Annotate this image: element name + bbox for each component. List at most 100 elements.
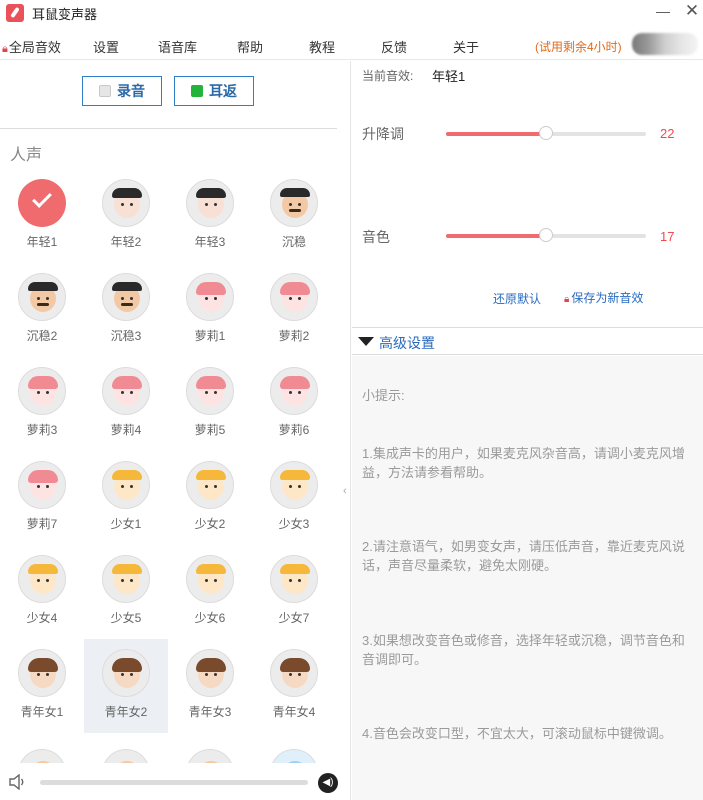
avatar: [18, 273, 66, 321]
avatar: [270, 273, 318, 321]
trial-remaining: (试用剩余4小时): [535, 40, 622, 54]
menu-global-effects-label: 全局音效: [8, 40, 61, 55]
timbre-slider[interactable]: [446, 228, 646, 242]
avatar: [186, 649, 234, 697]
voice-item[interactable]: 沉稳2: [0, 263, 84, 357]
pitch-slider-knob[interactable]: [539, 126, 553, 140]
reset-default-link[interactable]: 还原默认: [493, 290, 541, 307]
volume-icon[interactable]: [9, 774, 27, 790]
voice-item[interactable]: 萝莉7: [0, 451, 84, 545]
voice-label: 沉稳: [281, 235, 306, 249]
menu-about[interactable]: 关于: [453, 37, 479, 56]
close-button[interactable]: ✕: [684, 1, 700, 21]
voice-item[interactable]: 萝莉1: [168, 263, 252, 357]
monitor-icon: [191, 85, 203, 97]
pitch-slider[interactable]: [446, 126, 646, 140]
voice-item[interactable]: 年轻2: [84, 169, 168, 263]
avatar-face: [28, 376, 58, 406]
minimize-button[interactable]: —: [656, 2, 670, 20]
pitch-slider-fill: [446, 132, 546, 136]
menu-global-effects[interactable]: 🔒︎全局音效: [2, 37, 61, 56]
timbre-slider-fill: [446, 234, 546, 238]
voice-item-partial[interactable]: [84, 739, 168, 763]
avatar: [102, 179, 150, 227]
voice-label: 萝莉7: [26, 517, 58, 531]
avatar: [270, 367, 318, 415]
menu-feedback[interactable]: 反馈: [381, 37, 407, 56]
voice-item[interactable]: 年轻1: [0, 169, 84, 263]
voice-item[interactable]: 萝莉3: [0, 357, 84, 451]
avatar: [186, 555, 234, 603]
voice-item-partial[interactable]: [252, 739, 336, 763]
voice-label: 少女3: [278, 517, 310, 531]
timbre-label: 音色: [362, 229, 390, 245]
voice-item[interactable]: 少女3: [252, 451, 336, 545]
tip-item: 2.请注意语气，如男变女声，请压低声音，靠近麦克风说话，声音尽量柔软，避免太刚硬…: [362, 539, 685, 573]
voice-label: 少女7: [278, 611, 310, 625]
voice-item[interactable]: 青年女4: [252, 639, 336, 733]
voice-item[interactable]: 萝莉6: [252, 357, 336, 451]
voice-label: 青年女1: [20, 705, 64, 719]
menu-tutorial[interactable]: 教程: [309, 37, 335, 56]
volume-slider[interactable]: [40, 780, 308, 785]
voice-label: 青年女4: [272, 705, 316, 719]
menu-help[interactable]: 帮助: [237, 37, 263, 56]
current-effect-label: 当前音效:: [362, 69, 414, 83]
voice-item[interactable]: 青年女1: [0, 639, 84, 733]
save-effect-link[interactable]: 🔒︎ 保存为新音效: [564, 289, 643, 306]
avatar: [102, 273, 150, 321]
avatar: [270, 749, 318, 763]
menu-voice-library[interactable]: 语音库: [158, 37, 197, 56]
avatar: [186, 749, 234, 763]
voice-label: 年轻3: [194, 235, 226, 249]
current-effect-value: 年轻1: [432, 69, 466, 84]
timbre-slider-knob[interactable]: [539, 228, 553, 242]
speaker-icon[interactable]: ◀): [318, 773, 338, 793]
avatar: [18, 649, 66, 697]
menu-settings[interactable]: 设置: [93, 37, 119, 56]
avatar: [102, 649, 150, 697]
avatar-face: [280, 658, 310, 688]
app-title: 耳鼠变声器: [32, 7, 98, 22]
avatar: [18, 367, 66, 415]
selected-check-icon: [18, 179, 66, 227]
voice-label: 少女6: [194, 611, 226, 625]
avatar: [186, 461, 234, 509]
tip-item: 3.如果想改变音色或修音，选择年轻或沉稳，调节音色和音调即可。: [362, 633, 685, 667]
voice-item[interactable]: 沉稳: [252, 169, 336, 263]
voice-item-partial[interactable]: [0, 739, 84, 763]
avatar-face: [112, 658, 142, 688]
voice-item[interactable]: 萝莉4: [84, 357, 168, 451]
record-icon: [99, 85, 111, 97]
voice-item[interactable]: 青年女3: [168, 639, 252, 733]
avatar-face: [196, 188, 226, 218]
voice-item[interactable]: 年轻3: [168, 169, 252, 263]
avatar-face: [112, 282, 142, 312]
voice-item[interactable]: 青年女2: [84, 639, 168, 733]
monitor-button[interactable]: 耳返: [174, 76, 254, 106]
voice-label: 少女4: [26, 611, 58, 625]
app-logo-icon: [6, 4, 24, 22]
tip-item: 1.集成声卡的用户，如果麦克风杂音高，请调小麦克风增益，方法请参看帮助。: [362, 446, 685, 480]
avatar: [102, 461, 150, 509]
voice-item-partial[interactable]: [168, 739, 252, 763]
voice-item[interactable]: 少女4: [0, 545, 84, 639]
voice-item[interactable]: 沉稳3: [84, 263, 168, 357]
avatar-face: [280, 188, 310, 218]
voice-item[interactable]: 萝莉5: [168, 357, 252, 451]
voice-item[interactable]: 萝莉2: [252, 263, 336, 357]
voice-item[interactable]: 少女1: [84, 451, 168, 545]
voice-item[interactable]: 少女5: [84, 545, 168, 639]
tips-panel: 小提示: 1.集成声卡的用户，如果麦克风杂音高，请调小麦克风增益，方法请参看帮助…: [352, 356, 703, 800]
avatar: [102, 367, 150, 415]
avatar-face: [112, 564, 142, 594]
voice-item[interactable]: 少女7: [252, 545, 336, 639]
voice-label: 萝莉5: [194, 423, 226, 437]
voice-item[interactable]: 少女2: [168, 451, 252, 545]
pitch-label: 升降调: [362, 126, 404, 142]
voice-item[interactable]: 少女6: [168, 545, 252, 639]
user-avatar[interactable]: [632, 33, 698, 55]
advanced-settings-toggle[interactable]: 高级设置: [352, 328, 703, 355]
collapse-handle-icon[interactable]: ‹: [343, 485, 347, 497]
record-button[interactable]: 录音: [82, 76, 162, 106]
